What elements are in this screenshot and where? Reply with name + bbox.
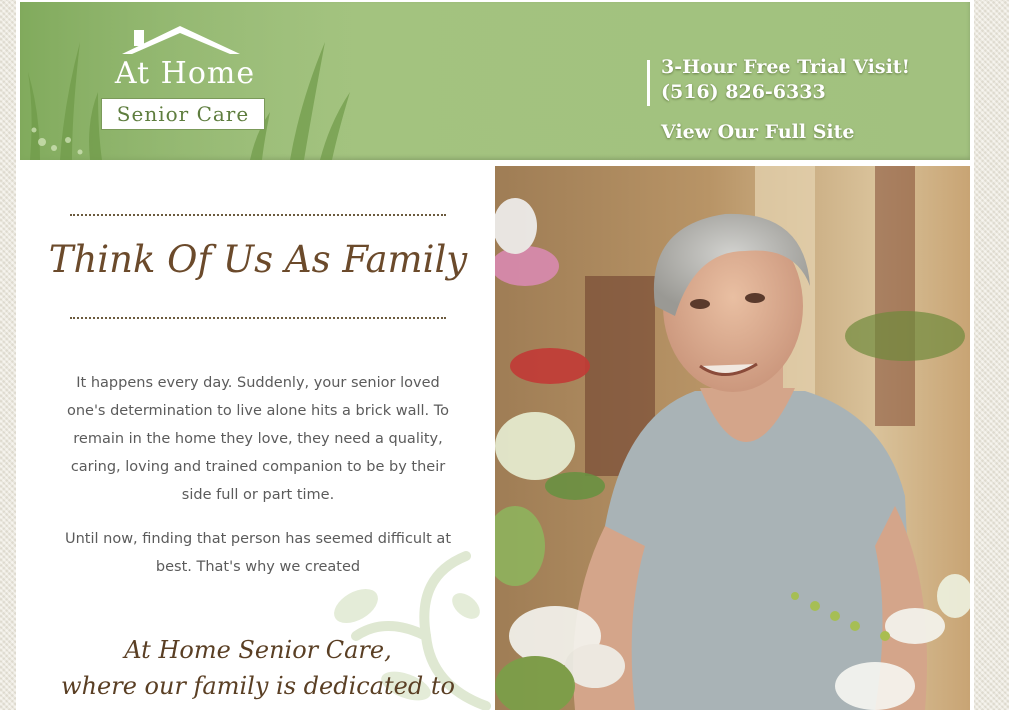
tagline: At Home Senior Care, where our family is… bbox=[16, 632, 494, 704]
house-roof-icon bbox=[122, 26, 240, 54]
logo-title: At Home bbox=[114, 56, 256, 91]
cta-divider bbox=[647, 60, 650, 106]
senior-woman-photo bbox=[495, 166, 970, 710]
phone-number[interactable]: (516) 826-6333 bbox=[661, 81, 826, 103]
site-logo[interactable]: At Home Senior Care bbox=[100, 24, 270, 134]
intro-paragraph-1: It happens every day. Suddenly, your sen… bbox=[66, 375, 450, 503]
dotted-divider-bottom bbox=[70, 317, 446, 319]
logo-subtitle: Senior Care bbox=[101, 98, 265, 130]
site-header: At Home Senior Care 3-Hour Free Trial Vi… bbox=[20, 2, 970, 160]
intro-text-column: Think Of Us As Family It happens every d… bbox=[16, 166, 494, 710]
full-site-link[interactable]: View Our Full Site bbox=[661, 121, 855, 143]
tagline-line-2: where our family is dedicated to bbox=[61, 672, 455, 700]
tagline-line-1: At Home Senior Care, bbox=[124, 636, 392, 664]
page-headline: Think Of Us As Family bbox=[48, 238, 468, 281]
dotted-divider-top bbox=[70, 214, 446, 216]
landing-page: At Home Senior Care 3-Hour Free Trial Vi… bbox=[16, 0, 974, 710]
intro-paragraph-2: Until now, finding that person has seeme… bbox=[64, 531, 452, 575]
free-trial-text: 3-Hour Free Trial Visit! bbox=[661, 56, 910, 78]
